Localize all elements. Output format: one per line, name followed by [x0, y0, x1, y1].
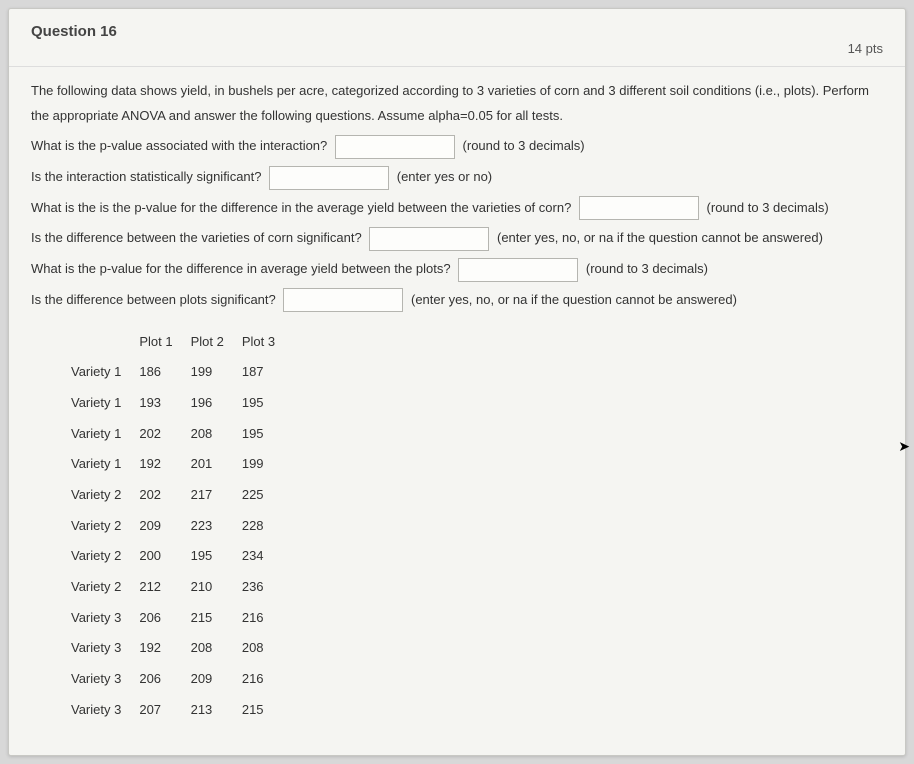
table-cell: Variety 3	[71, 664, 139, 695]
table-cell: Variety 3	[71, 695, 139, 726]
question-card: Question 16 14 pts The following data sh…	[8, 8, 906, 756]
table-cell: Variety 1	[71, 449, 139, 480]
q5-prompt: What is the p-value for the difference i…	[31, 261, 451, 276]
table-header-row: Plot 1 Plot 2 Plot 3	[71, 327, 293, 358]
table-cell: 210	[191, 572, 242, 603]
table-row: Variety 2202217225	[71, 480, 293, 511]
q3-hint: (round to 3 decimals)	[707, 200, 829, 215]
table-cell: Variety 3	[71, 603, 139, 634]
q6-prompt: Is the difference between plots signific…	[31, 292, 276, 307]
question-line-2: Is the interaction statistically signifi…	[31, 165, 883, 190]
table-cell: 216	[242, 664, 293, 695]
question-line-5: What is the p-value for the difference i…	[31, 257, 883, 282]
table-row: Variety 2200195234	[71, 541, 293, 572]
q2-prompt: Is the interaction statistically signifi…	[31, 169, 262, 184]
table-cell: 199	[191, 357, 242, 388]
question-line-3: What is the is the p-value for the diffe…	[31, 196, 883, 221]
table-cell: 195	[191, 541, 242, 572]
question-header: Question 16 14 pts	[9, 9, 905, 67]
table-cell: 192	[139, 449, 190, 480]
table-cell: 209	[139, 511, 190, 542]
q1-input[interactable]	[335, 135, 455, 159]
question-intro: The following data shows yield, in bushe…	[31, 79, 883, 128]
table-cell: 192	[139, 633, 190, 664]
table-cell: 208	[191, 419, 242, 450]
table-cell: 213	[191, 695, 242, 726]
q3-input[interactable]	[579, 196, 699, 220]
table-cell: 225	[242, 480, 293, 511]
table-head: Plot 1 Plot 2 Plot 3	[71, 327, 293, 358]
q4-prompt: Is the difference between the varieties …	[31, 230, 362, 245]
question-line-1: What is the p-value associated with the …	[31, 134, 883, 159]
table-cell: 228	[242, 511, 293, 542]
table-cell: 195	[242, 388, 293, 419]
table-cell: Variety 1	[71, 388, 139, 419]
table-row: Variety 2212210236	[71, 572, 293, 603]
table-header-cell: Plot 3	[242, 327, 293, 358]
q4-hint: (enter yes, no, or na if the question ca…	[497, 230, 823, 245]
table-row: Variety 1202208195	[71, 419, 293, 450]
table-cell: 187	[242, 357, 293, 388]
table-cell: Variety 2	[71, 511, 139, 542]
q4-input[interactable]	[369, 227, 489, 251]
table-body: Variety 1186199187Variety 1193196195Vari…	[71, 357, 293, 725]
table-cell: Variety 2	[71, 480, 139, 511]
q5-input[interactable]	[458, 258, 578, 282]
table-row: Variety 3206215216	[71, 603, 293, 634]
table-cell: 207	[139, 695, 190, 726]
table-cell: Variety 2	[71, 541, 139, 572]
table-header-cell: Plot 1	[139, 327, 190, 358]
question-body: The following data shows yield, in bushe…	[9, 67, 905, 755]
table-cell: 217	[191, 480, 242, 511]
q1-prompt: What is the p-value associated with the …	[31, 138, 327, 153]
table-row: Variety 3192208208	[71, 633, 293, 664]
table-row: Variety 1193196195	[71, 388, 293, 419]
table-cell: 223	[191, 511, 242, 542]
table-cell: 186	[139, 357, 190, 388]
table-cell: 206	[139, 603, 190, 634]
table-row: Variety 1186199187	[71, 357, 293, 388]
table-cell: Variety 3	[71, 633, 139, 664]
table-cell: 236	[242, 572, 293, 603]
q6-hint: (enter yes, no, or na if the question ca…	[411, 292, 737, 307]
table-cell: Variety 1	[71, 357, 139, 388]
q6-input[interactable]	[283, 288, 403, 312]
table-cell: 200	[139, 541, 190, 572]
table-cell: 196	[191, 388, 242, 419]
table-cell: 212	[139, 572, 190, 603]
table-row: Variety 3206209216	[71, 664, 293, 695]
question-title: Question 16	[31, 23, 117, 40]
q2-hint: (enter yes or no)	[397, 169, 492, 184]
table-cell: Variety 2	[71, 572, 139, 603]
table-header-cell	[71, 327, 139, 358]
table-cell: 202	[139, 480, 190, 511]
table-cell: 195	[242, 419, 293, 450]
table-cell: 193	[139, 388, 190, 419]
q1-hint: (round to 3 decimals)	[463, 138, 585, 153]
table-header-cell: Plot 2	[191, 327, 242, 358]
q5-hint: (round to 3 decimals)	[586, 261, 708, 276]
table-cell: 199	[242, 449, 293, 480]
data-table: Plot 1 Plot 2 Plot 3 Variety 1186199187V…	[71, 327, 293, 726]
q2-input[interactable]	[269, 166, 389, 190]
table-cell: 202	[139, 419, 190, 450]
table-cell: Variety 1	[71, 419, 139, 450]
table-cell: 215	[242, 695, 293, 726]
table-cell: 206	[139, 664, 190, 695]
question-line-4: Is the difference between the varieties …	[31, 226, 883, 251]
table-row: Variety 2209223228	[71, 511, 293, 542]
table-cell: 209	[191, 664, 242, 695]
table-cell: 216	[242, 603, 293, 634]
table-cell: 208	[242, 633, 293, 664]
table-cell: 201	[191, 449, 242, 480]
question-line-6: Is the difference between plots signific…	[31, 288, 883, 313]
table-cell: 208	[191, 633, 242, 664]
table-cell: 215	[191, 603, 242, 634]
table-row: Variety 1192201199	[71, 449, 293, 480]
question-points: 14 pts	[848, 41, 883, 56]
q3-prompt: What is the is the p-value for the diffe…	[31, 200, 571, 215]
table-row: Variety 3207213215	[71, 695, 293, 726]
table-cell: 234	[242, 541, 293, 572]
